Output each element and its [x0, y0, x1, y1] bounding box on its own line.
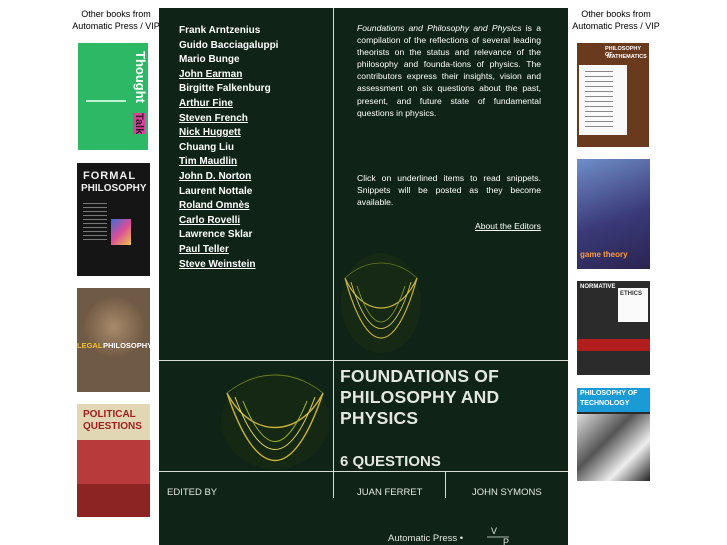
footer-divider [159, 471, 568, 472]
contributor-link[interactable]: Steven French [179, 112, 278, 127]
cover-edited-by: EDITED BY [167, 487, 218, 498]
book-title-2: PHILOSOPHY [81, 183, 147, 194]
contributor-name: Frank Arntzenius [179, 25, 261, 36]
contributor-link[interactable]: John Earman [179, 68, 278, 83]
book-legal-philosophy[interactable]: LEGAL PHILOSOPHY [77, 288, 150, 392]
about-editors-link[interactable]: About the Editors [475, 221, 541, 231]
book-formal-philosophy[interactable]: FORMAL PHILOSOPHY [77, 163, 150, 276]
cover-editor-1: JUAN FERRET [357, 487, 423, 498]
contributor-name: Lawrence Sklar [179, 229, 253, 241]
book-title-2: TECHNOLOGY [580, 400, 630, 407]
left-sidebar-heading: Other books from Automatic Press / VIP [72, 9, 160, 31]
contributor-list: Frank Arntzenius Guido Bacciagaluppi Mario… [179, 24, 278, 272]
book-title-2: ETHICS [620, 291, 643, 297]
contributor-link[interactable]: Nick Huggett [179, 126, 278, 141]
contributor-link[interactable]: Tim Maudlin [179, 155, 278, 170]
contributor-link[interactable]: John D. Norton [179, 170, 278, 185]
contributor-link[interactable]: Carlo Rovelli [179, 214, 278, 229]
svg-text:P: P [503, 537, 509, 545]
book-subtitle-stripe [86, 100, 126, 102]
contributor-link[interactable]: Arthur Fine [179, 97, 278, 112]
book-title: LEGAL [77, 341, 103, 350]
book-title-2: PHILOSOPHY [103, 341, 150, 350]
vip-logo-icon: V P [487, 526, 509, 545]
book-band-bottom [77, 484, 150, 517]
book-title: Thought [133, 51, 148, 103]
book-description-text: is a compilation of the reflections of s… [357, 23, 541, 118]
book-title: PHILOSOPHY OF [580, 390, 638, 397]
right-sidebar-heading: Other books from Automatic Press / VIP [572, 9, 660, 31]
fractal-image-top [341, 253, 421, 353]
book-title: NORMATIVE [580, 284, 616, 290]
book-band [77, 440, 150, 484]
book-political-questions[interactable]: POLITICAL QUESTIONS [77, 404, 150, 517]
book-thought-talk[interactable]: Thought Talk [78, 43, 148, 150]
cover-title: FOUNDATIONS OF PHILOSOPHY AND PHYSICS [340, 366, 500, 428]
svg-text:V: V [491, 526, 497, 536]
contributor-name: Laurent Nottale [179, 185, 253, 197]
book-description: Foundations and Philosophy and Physics i… [357, 22, 541, 119]
contributor-name: Guido Bacciagaluppi [179, 39, 279, 51]
horizontal-divider [159, 360, 568, 361]
contributor-link[interactable]: Paul Teller [179, 243, 278, 258]
vertical-divider-2 [445, 471, 446, 498]
cover-publisher: Automatic Press • [388, 533, 464, 544]
book-philosophy-of-mathematics[interactable]: PHILOSOPHY OF MATHEMATICS [577, 43, 649, 147]
cover-editor-2: JOHN SYMONS [472, 487, 542, 498]
contributor-link[interactable]: Steve Weinstein [179, 258, 278, 273]
book-title: FORMAL [83, 170, 137, 182]
book-normative-ethics[interactable]: NORMATIVE ETHICS [577, 281, 650, 375]
book-title-2: QUESTIONS [83, 421, 142, 432]
book-title-accent: Talk [133, 113, 145, 135]
contributor-name: Birgitte Falkenburg [179, 83, 271, 95]
book-title: POLITICAL [83, 409, 136, 420]
contributor-link[interactable]: Roland Omnès [179, 199, 278, 214]
book-title: game theory [580, 250, 628, 259]
snippet-instructions: Click on underlined items to read snippe… [357, 173, 541, 208]
book-cover-image [111, 219, 131, 245]
book-contents [83, 203, 107, 243]
book-title-2: MATHEMATICS [607, 54, 647, 60]
book-red-band [577, 339, 650, 351]
contributor-name: Mario Bunge [179, 54, 240, 66]
cover-subtitle: 6 QUESTIONS [340, 453, 441, 470]
contributor-name: Chuang Liu [179, 141, 234, 153]
fractal-image-cover [221, 373, 329, 469]
book-game-theory[interactable]: game theory [577, 159, 650, 269]
vertical-divider [333, 8, 334, 498]
book-title-italic: Foundations and Philosophy and Physics [357, 23, 522, 33]
book-photo [577, 414, 650, 481]
main-cover-panel: Frank Arntzenius Guido Bacciagaluppi Mario… [159, 8, 568, 545]
book-philosophy-of-technology[interactable]: PHILOSOPHY OF TECHNOLOGY [577, 388, 650, 481]
book-contents [585, 71, 613, 127]
